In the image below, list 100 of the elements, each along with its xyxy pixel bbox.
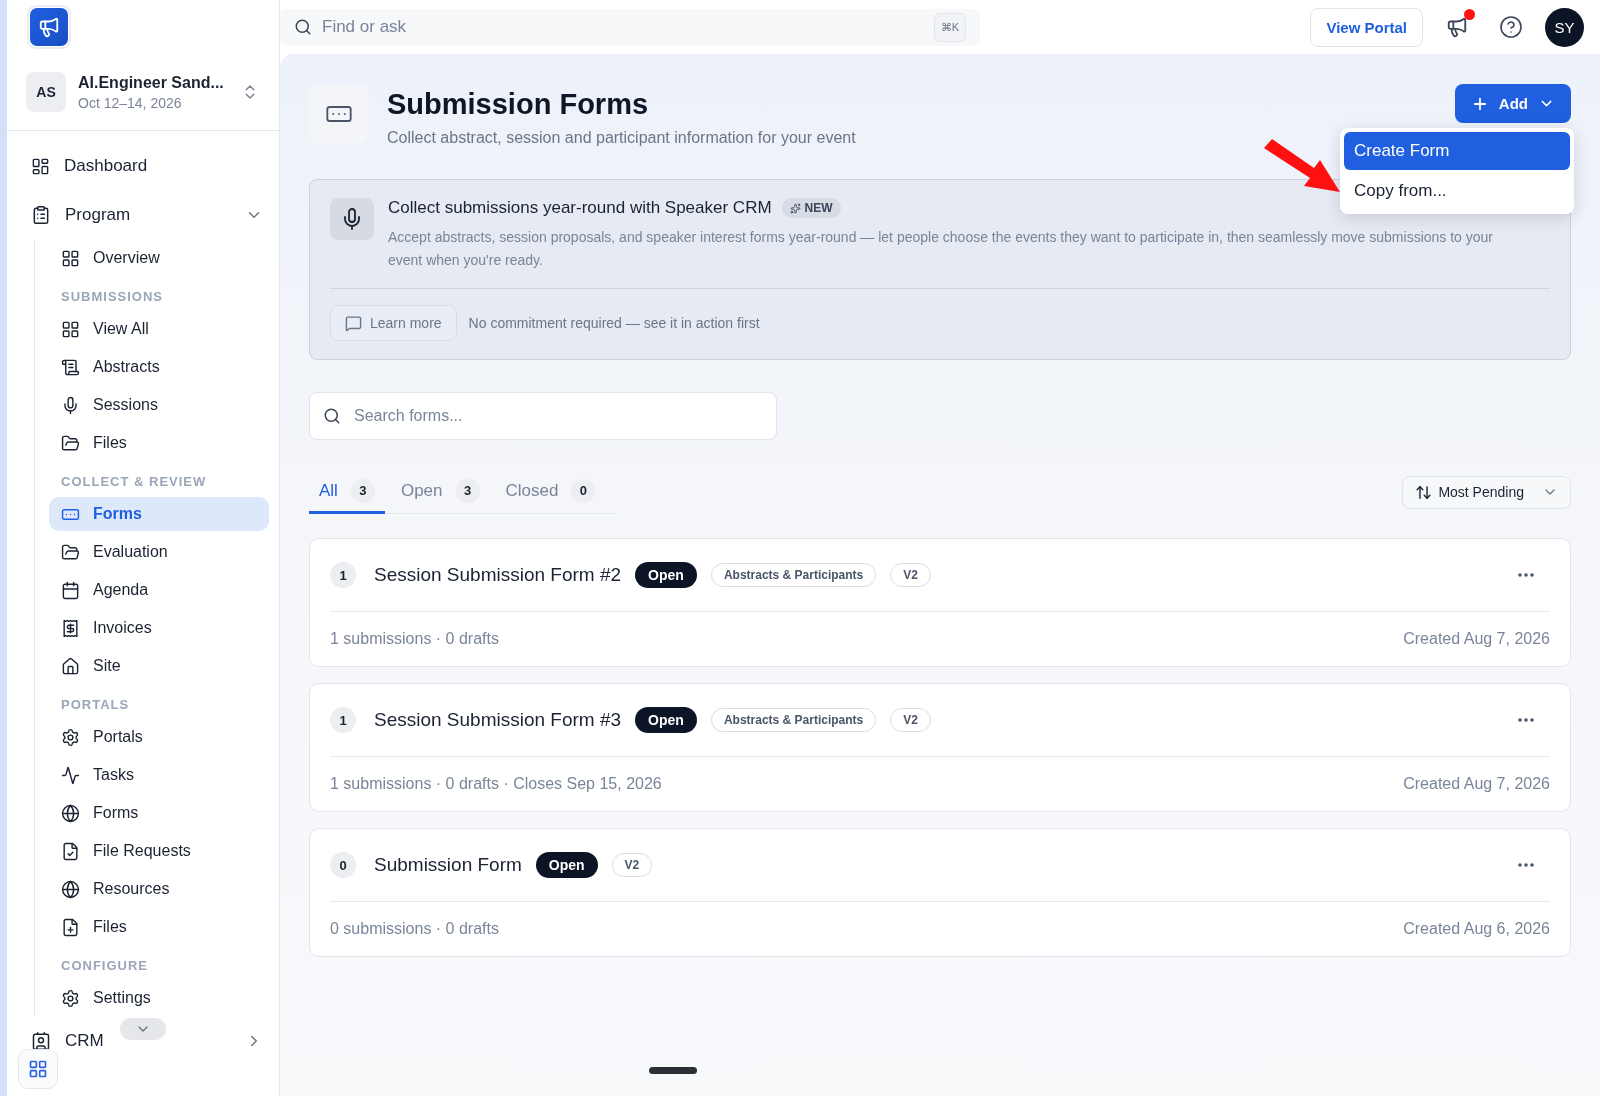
nav-link[interactable]: Files (49, 426, 269, 460)
form-stats: 1 submissions · 0 drafts (330, 630, 499, 648)
user-avatar[interactable]: SY (1545, 7, 1584, 47)
new-badge: NEW (781, 198, 841, 218)
banner-title: Collect submissions year-round with Speaker CRM (388, 198, 772, 218)
globe-icon (61, 803, 80, 823)
form-card[interactable]: 1 Session Submission Form #2 Open Abstracts & Participants V2 1 submissions · 0 drafts Created Aug 7, 2026 (309, 538, 1571, 667)
microphone-icon (330, 198, 374, 240)
page-subtitle: Collect abstract, session and participant information for your event (387, 129, 857, 147)
status-badge: Open (635, 562, 697, 588)
megaphone-icon (38, 16, 60, 38)
form-card[interactable]: 0 Submission Form Open V2 0 submissions · 0 drafts Created Aug 6, 2026 (309, 828, 1571, 957)
form-name: Session Submission Form #3 (374, 709, 622, 731)
filter-tab[interactable]: Closed 0 (495, 470, 606, 514)
nav-link[interactable]: Overview (49, 241, 269, 275)
apps-button[interactable] (18, 1049, 58, 1089)
form-name: Session Submission Form #2 (374, 564, 622, 586)
nav-group-label: Program (65, 205, 132, 225)
nav-link[interactable]: Portals (49, 720, 269, 754)
filter-tab[interactable]: Open 3 (390, 470, 490, 514)
file-plus-icon (61, 917, 80, 937)
ellipsis-icon (1518, 718, 1534, 722)
form-stats: 1 submissions · 0 drafts · Closes Sep 15, 2026 (330, 775, 662, 793)
form-card[interactable]: 1 Session Submission Form #3 Open Abstracts & Participants V2 1 submissions · 0 drafts · Closes Sep 15, 2026 Created Aug 7, 2026 (309, 683, 1571, 812)
add-button[interactable]: Add (1454, 84, 1571, 123)
created-date: Created Aug 7, 2026 (1403, 775, 1550, 793)
nav-link[interactable]: File Requests (49, 834, 269, 868)
menu-item[interactable]: Copy from... (1344, 172, 1570, 210)
created-date: Created Aug 6, 2026 (1403, 920, 1550, 938)
pending-count: 1 (330, 707, 356, 733)
pulse-icon (61, 765, 80, 785)
ellipsis-icon (1518, 863, 1534, 867)
nav-link[interactable]: Dashboard (25, 147, 269, 185)
ellipsis-icon (1518, 573, 1534, 577)
forms-icon (309, 84, 369, 144)
nav-link[interactable]: Invoices (49, 611, 269, 645)
receipt-icon (61, 618, 80, 638)
pending-count: 0 (330, 852, 356, 878)
contact-card-icon (31, 1031, 51, 1051)
status-badge: Open (635, 707, 697, 733)
section-heading: CONFIGURE (60, 957, 149, 975)
speech-bubble-icon (345, 314, 362, 332)
scroll-icon (61, 357, 80, 377)
created-date: Created Aug 7, 2026 (1403, 630, 1550, 648)
globe-icon (61, 879, 80, 899)
folder-icon (61, 542, 80, 562)
tab-count: 3 (350, 478, 375, 503)
form-name: Submission Form (374, 854, 522, 876)
gear-icon (61, 727, 80, 747)
tab-count: 3 (455, 478, 480, 503)
section-heading: COLLECT & REVIEW (60, 473, 208, 491)
sparkle-icon (789, 202, 801, 214)
nav-link[interactable]: Abstracts (49, 350, 269, 384)
tab-count: 0 (571, 478, 596, 503)
nav-link[interactable]: Resources (49, 872, 269, 906)
nav-group-label: CRM (65, 1031, 105, 1051)
home-indicator (649, 1067, 697, 1074)
page-title: Submission Forms (387, 88, 650, 121)
search-forms-field[interactable]: Search forms... (309, 392, 777, 440)
learn-more-button[interactable]: Learn more (330, 305, 457, 341)
clipboard-icon (31, 205, 51, 225)
nav-link[interactable]: Site (49, 649, 269, 683)
view-portal-button[interactable]: View Portal (1310, 7, 1423, 47)
status-badge: Open (535, 852, 598, 878)
app-logo[interactable] (27, 5, 71, 49)
help-icon (1499, 15, 1523, 39)
nav-link[interactable]: Forms (49, 796, 269, 830)
banner-text: Accept abstracts, session proposals, and speaker interest forms year-round — let people choose the events they want to participate in, then seamlessly move submissions to your event when you're ready. (388, 228, 1494, 270)
house-icon (61, 656, 80, 676)
grid-icon (28, 1059, 48, 1079)
nav-link[interactable]: Forms (49, 497, 269, 531)
grid-icon (61, 319, 80, 339)
gear-icon (61, 988, 80, 1008)
section-heading: PORTALS (60, 696, 131, 714)
microphone-icon (61, 395, 80, 415)
nav-link[interactable]: Agenda (49, 573, 269, 607)
nav-link[interactable]: Sessions (49, 388, 269, 422)
nav-link[interactable]: Evaluation (49, 535, 269, 569)
nav-link[interactable]: Tasks (49, 758, 269, 792)
nav-link[interactable]: View All (49, 312, 269, 346)
file-check-icon (61, 841, 80, 861)
megaphone-icon (1446, 16, 1468, 38)
nav-link[interactable]: Files (49, 910, 269, 944)
dashboard-icon (31, 156, 50, 176)
nav-link[interactable]: Settings (49, 981, 269, 1015)
nav-group[interactable]: CRM (25, 1022, 269, 1060)
event-dates: Oct 12–14, 2026 (78, 94, 183, 111)
filter-tab[interactable]: All 3 (309, 470, 385, 514)
event-avatar: AS (26, 72, 66, 112)
sort-dropdown[interactable]: Most Pending (1402, 475, 1571, 509)
search-icon (294, 18, 312, 36)
sort-icon (1415, 483, 1433, 501)
grid-icon (61, 248, 80, 268)
menu-item[interactable]: Create Form (1344, 132, 1570, 170)
form-stats: 0 submissions · 0 drafts (330, 920, 499, 938)
folder-icon (61, 433, 80, 453)
nav-group[interactable]: Program (25, 196, 269, 234)
section-heading: SUBMISSIONS (60, 288, 164, 306)
pending-count: 1 (330, 562, 356, 588)
calendar-icon (61, 580, 80, 600)
